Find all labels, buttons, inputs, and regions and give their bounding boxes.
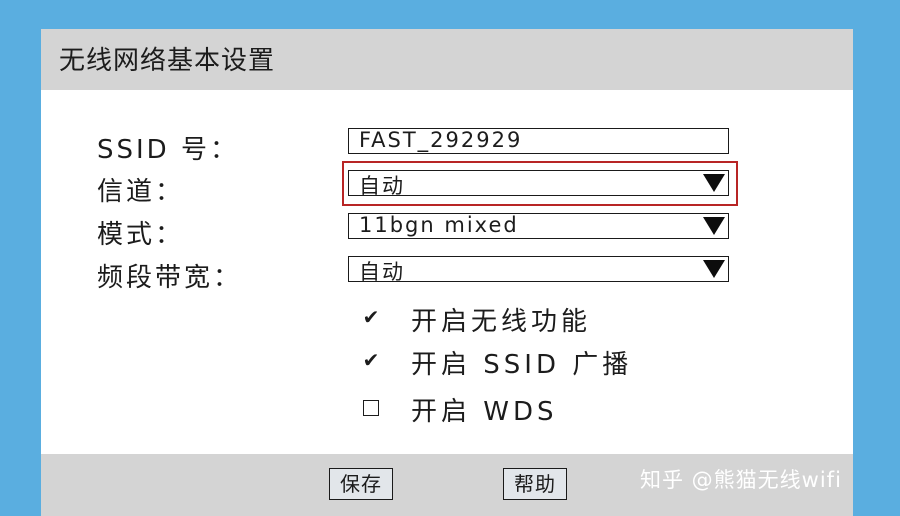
ssid-input[interactable]: FAST_292929 [348,128,729,154]
wds-enable-checkbox[interactable] [363,400,379,416]
settings-panel: 无线网络基本设置 SSID 号： FAST_292929 信道： 自动 模式： … [41,29,853,516]
mode-select[interactable]: 11bgn mixed [348,213,729,239]
watermark: 知乎 @熊猫无线wifi [640,468,842,492]
channel-highlight-box [342,161,738,206]
save-button[interactable]: 保存 [329,468,393,500]
dropdown-arrow-icon [703,217,725,235]
mode-label: 模式： [97,220,185,250]
title-bar: 无线网络基本设置 [41,29,853,90]
dropdown-arrow-icon [703,260,725,278]
wireless-enable-checkbox[interactable]: ✔ [361,307,381,327]
bandwidth-select[interactable]: 自动 [348,256,729,284]
help-button[interactable]: 帮助 [503,468,567,500]
ssid-broadcast-checkbox[interactable]: ✔ [361,350,381,370]
page-title: 无线网络基本设置 [59,46,276,76]
mode-value: 11bgn mixed [359,213,519,237]
wds-enable-label: 开启 WDS [411,397,558,427]
ssid-broadcast-label: 开启 SSID 广播 [411,350,633,380]
bandwidth-value: 自动 [359,260,405,284]
wireless-enable-label: 开启无线功能 [411,307,592,337]
bandwidth-label: 频段带宽： [97,263,243,293]
ssid-label: SSID 号： [97,135,239,165]
ssid-value: FAST_292929 [359,128,523,152]
channel-label: 信道： [97,177,185,207]
